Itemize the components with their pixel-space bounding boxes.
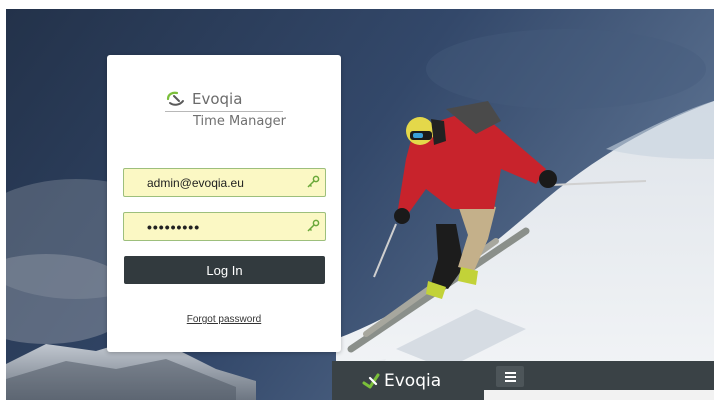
login-card: Evoqia Time Manager Log In Forgot passwo…: [107, 55, 341, 352]
content-panel-edge: [484, 390, 714, 400]
hamburger-menu-icon[interactable]: [496, 366, 524, 387]
evoqia-logo-icon: [166, 91, 184, 106]
key-icon: [307, 175, 320, 188]
login-button[interactable]: Log In: [124, 256, 325, 284]
password-field[interactable]: [124, 213, 304, 240]
forgot-password-link[interactable]: Forgot password: [107, 314, 341, 325]
bottom-bar-brand: Evoqia: [362, 371, 441, 391]
brand-logo: Evoqia: [165, 90, 242, 108]
brand-divider: [165, 111, 283, 112]
brand-subtitle: Time Manager: [193, 114, 286, 129]
login-screen: Evoqia Time Manager Log In Forgot passwo…: [6, 9, 714, 400]
key-icon: [307, 219, 320, 232]
email-field-wrapper: [123, 168, 326, 197]
email-field[interactable]: [124, 169, 304, 196]
password-field-wrapper: [123, 212, 326, 241]
bottom-bar-brand-name: Evoqia: [384, 371, 442, 391]
app-bottom-bar: Evoqia: [332, 361, 714, 400]
brand-name: Evoqia: [192, 90, 243, 108]
evoqia-logo-icon: [362, 373, 380, 389]
